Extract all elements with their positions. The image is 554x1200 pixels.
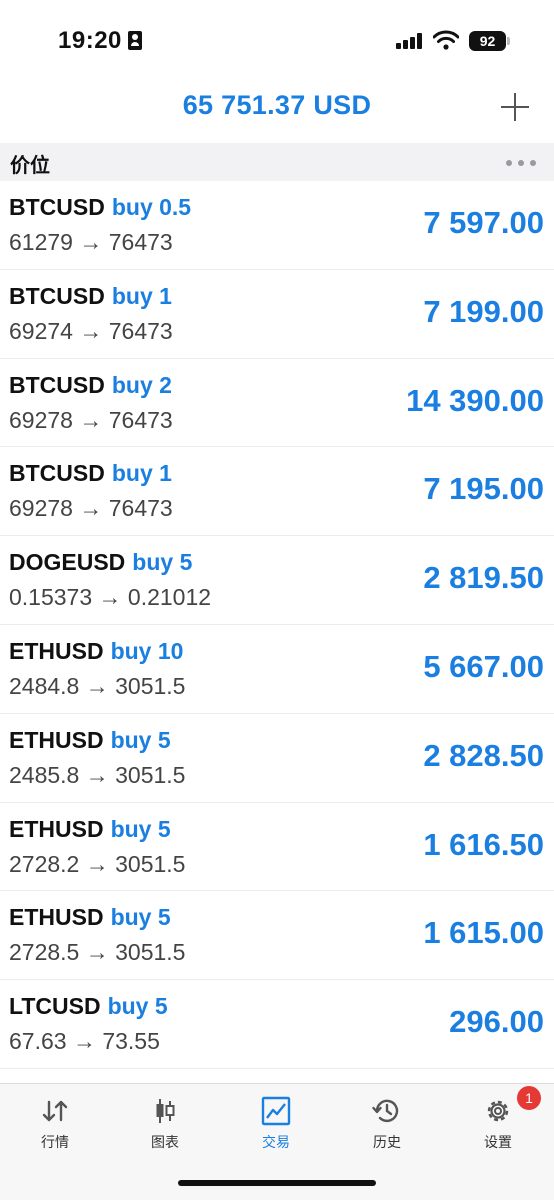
- position-profit: 296.00: [449, 1004, 544, 1040]
- trade-header: 65 751.37 USD: [0, 78, 554, 142]
- position-profit: 14 390.00: [406, 382, 544, 418]
- position-prices: 67.63 → 73.55: [9, 1028, 160, 1055]
- position-symbol: ETHUSD: [9, 815, 104, 842]
- position-side: buy 2: [111, 371, 172, 398]
- tab-label: 设置: [484, 1134, 512, 1150]
- position-symbol: BTCUSD: [9, 371, 105, 398]
- trade-chart-icon: [261, 1096, 291, 1126]
- position-side: buy 1: [111, 282, 172, 309]
- position-prices: 2484.8 → 3051.5: [9, 672, 186, 699]
- position-profit: 5 667.00: [423, 648, 544, 684]
- cellular-signal-icon: [396, 33, 422, 49]
- position-row[interactable]: BTCUSD buy 1 69274 → 76473 7 199.00: [0, 270, 554, 359]
- position-profit: 2 819.50: [423, 560, 544, 596]
- notification-badge: 1: [517, 1086, 541, 1110]
- position-side: buy 10: [110, 637, 184, 664]
- tab-label: 交易: [262, 1134, 290, 1150]
- position-symbol: ETHUSD: [9, 637, 104, 664]
- home-indicator[interactable]: [178, 1180, 376, 1186]
- tab-label: 历史: [373, 1134, 401, 1150]
- position-row[interactable]: ETHUSD buy 5 2728.2 → 3051.5 1 616.50: [0, 803, 554, 892]
- position-profit: 1 615.00: [423, 915, 544, 951]
- tab-history[interactable]: 历史: [332, 1094, 442, 1156]
- tab-settings[interactable]: 1 设置: [443, 1086, 553, 1156]
- history-clock-icon: [372, 1099, 399, 1123]
- position-row[interactable]: ETHUSD buy 5 2485.8 → 3051.5 2 828.50: [0, 714, 554, 803]
- position-profit: 7 195.00: [423, 471, 544, 507]
- position-side: buy 5: [110, 726, 171, 753]
- position-row[interactable]: BTCUSD buy 1 69278 → 76473 7 195.00: [0, 447, 554, 537]
- position-row[interactable]: BTCUSD buy 0.5 61279 → 76473 7 597.00: [0, 181, 554, 270]
- tab-charts[interactable]: 图表: [110, 1094, 220, 1156]
- tab-quotes[interactable]: 行情: [0, 1094, 110, 1156]
- position-row[interactable]: DOGEUSD buy 5 0.15373 → 0.21012 2 819.50: [0, 536, 554, 625]
- position-row[interactable]: BTCUSD buy 2 69278 → 76473 14 390.00: [0, 359, 554, 448]
- position-prices: 69274 → 76473: [9, 317, 173, 344]
- position-profit: 7 199.00: [423, 293, 544, 329]
- position-symbol: BTCUSD: [9, 282, 105, 309]
- position-side: buy 5: [110, 904, 171, 931]
- status-time: 19:20: [58, 27, 122, 54]
- settings-gear-icon: [487, 1100, 509, 1122]
- position-prices: 2728.2 → 3051.5: [9, 850, 186, 877]
- position-symbol: LTCUSD: [9, 993, 101, 1020]
- more-dots-icon[interactable]: [506, 151, 536, 173]
- position-prices: 2728.5 → 3051.5: [9, 939, 186, 966]
- tab-label: 行情: [41, 1134, 69, 1150]
- account-balance: 65 751.37 USD: [182, 90, 372, 120]
- contact-card-icon: [128, 31, 142, 50]
- position-side: buy 0.5: [111, 194, 192, 220]
- status-bar: 19:20 92: [0, 0, 554, 78]
- position-side: buy 5: [107, 993, 168, 1020]
- position-symbol: DOGEUSD: [9, 549, 126, 576]
- position-side: buy 5: [110, 815, 171, 842]
- quotes-arrows-icon: [42, 1100, 68, 1122]
- position-side: buy 1: [111, 460, 172, 487]
- position-row[interactable]: LTCUSD buy 5 67.63 → 73.55 296.00: [0, 980, 554, 1069]
- position-prices: 2485.8 → 3051.5: [9, 761, 186, 788]
- position-prices: 69278 → 76473: [9, 406, 173, 433]
- position-symbol: ETHUSD: [9, 726, 104, 753]
- section-title: 价位: [10, 155, 50, 177]
- position-profit: 7 597.00: [423, 205, 544, 240]
- tab-label: 图表: [151, 1134, 179, 1150]
- position-profit: 1 616.50: [423, 826, 544, 862]
- candlestick-chart-icon: [156, 1099, 175, 1123]
- position-symbol: BTCUSD: [9, 194, 105, 220]
- tab-trade[interactable]: 交易: [221, 1094, 331, 1156]
- position-prices: 69278 → 76473: [9, 495, 173, 522]
- positions-list: BTCUSD buy 0.5 61279 → 76473 7 597.00 BTC…: [0, 181, 554, 1069]
- position-prices: 0.15373 → 0.21012: [9, 584, 212, 611]
- battery-indicator: 92: [469, 31, 506, 51]
- position-side: buy 5: [132, 549, 193, 576]
- battery-tip: [507, 37, 510, 45]
- position-profit: 2 828.50: [423, 737, 544, 773]
- plus-icon[interactable]: [498, 90, 532, 124]
- wifi-icon: [433, 30, 459, 50]
- position-symbol: ETHUSD: [9, 904, 104, 931]
- position-prices: 61279 → 76473: [9, 229, 173, 255]
- position-row[interactable]: ETHUSD buy 10 2484.8 → 3051.5 5 667.00: [0, 625, 554, 714]
- positions-section-header: 价位: [0, 143, 554, 181]
- position-symbol: BTCUSD: [9, 460, 105, 487]
- position-row[interactable]: ETHUSD buy 5 2728.5 → 3051.5 1 615.00: [0, 891, 554, 981]
